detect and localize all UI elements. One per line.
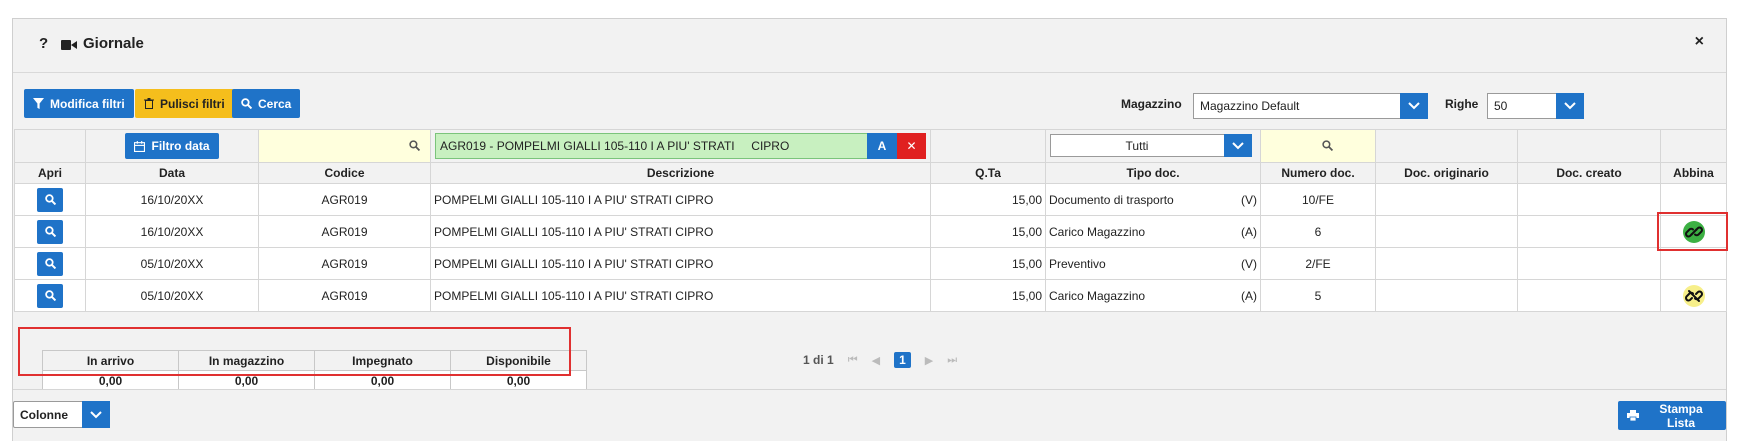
prev-page-icon[interactable]: ◀ — [872, 354, 880, 367]
pagination: 1 di 1 ⏮ ◀ 1 ▶ ⏭ — [803, 352, 957, 368]
last-page-icon[interactable]: ⏭ — [947, 354, 957, 367]
search-icon — [44, 290, 56, 301]
printer-icon — [1627, 410, 1639, 421]
search-icon — [44, 194, 56, 205]
col-open[interactable]: Apri — [14, 162, 86, 184]
search-button[interactable]: Cerca — [232, 89, 301, 118]
first-page-icon[interactable]: ⏮ — [848, 354, 858, 367]
open-record-button[interactable] — [37, 187, 63, 212]
chevron-down-icon[interactable] — [82, 401, 110, 428]
video-camera-icon — [61, 40, 77, 50]
col-date[interactable]: Data — [85, 162, 259, 184]
col-doc-number[interactable]: Numero doc. — [1260, 162, 1376, 184]
doc-type-select[interactable]: Tutti — [1050, 134, 1252, 157]
clear-filter-button[interactable]: ✕ — [897, 133, 926, 159]
window-title: Giornale — [83, 35, 144, 52]
search-icon — [409, 140, 420, 151]
col-original-doc[interactable]: Doc. originario — [1375, 162, 1518, 184]
open-record-button[interactable] — [37, 251, 63, 276]
table-row: 05/10/20XX AGR019 POMPELMI GIALLI 105-11… — [14, 279, 1727, 312]
search-icon — [44, 258, 56, 269]
help-icon[interactable]: ? — [39, 35, 48, 52]
col-quantity[interactable]: Q.Ta — [930, 162, 1046, 184]
code-filter[interactable] — [258, 129, 431, 163]
header-row: Apri Data Codice Descrizione Q.Ta Tipo d… — [14, 162, 1727, 184]
description-filter-input[interactable]: AGR019 - POMPELMI GIALLI 105-110 I A PIU… — [435, 133, 926, 159]
summary-highlight-box — [18, 327, 571, 376]
journal-table: Filtro data AGR019 - POMPELMI GIALLI 105… — [14, 129, 1727, 312]
trash-icon — [144, 98, 154, 109]
open-record-button[interactable] — [37, 219, 63, 244]
col-code[interactable]: Codice — [258, 162, 431, 184]
page-info: 1 di 1 — [803, 353, 834, 367]
journal-window: ? Giornale × Modifica filtri Pulisci fil… — [12, 18, 1727, 441]
chevron-down-icon[interactable] — [1400, 93, 1428, 119]
table-row: 16/10/20XX AGR019 POMPELMI GIALLI 105-11… — [14, 215, 1727, 248]
calendar-icon — [134, 140, 146, 152]
link-highlight-box — [1657, 212, 1728, 251]
columns-select[interactable]: Colonne — [13, 401, 110, 428]
doc-number-filter[interactable] — [1260, 129, 1376, 163]
col-description[interactable]: Descrizione — [430, 162, 931, 184]
warehouse-label: Magazzino — [1121, 97, 1182, 111]
date-filter-button[interactable]: Filtro data — [125, 133, 219, 159]
current-page-button[interactable]: 1 — [894, 352, 911, 368]
chevron-down-icon[interactable] — [1224, 134, 1252, 157]
clear-filters-button[interactable]: Pulisci filtri — [135, 89, 234, 118]
warehouse-select[interactable]: Magazzino Default — [1193, 93, 1428, 119]
table-row: 16/10/20XX AGR019 POMPELMI GIALLI 105-11… — [14, 183, 1727, 216]
unlink-icon[interactable] — [1682, 284, 1706, 308]
close-icon[interactable]: × — [1695, 33, 1704, 51]
chevron-down-icon[interactable] — [1556, 93, 1584, 119]
modify-filters-button[interactable]: Modifica filtri — [24, 89, 134, 118]
search-icon — [44, 226, 56, 237]
open-record-button[interactable] — [37, 283, 63, 308]
next-page-icon[interactable]: ▶ — [925, 354, 933, 367]
window-header: ? Giornale × — [13, 19, 1726, 73]
search-icon — [1322, 140, 1333, 151]
search-icon — [241, 98, 252, 109]
col-doc-type[interactable]: Tipo doc. — [1045, 162, 1261, 184]
window-footer: Colonne Stampa Lista — [13, 389, 1726, 441]
filter-row: Filtro data AGR019 - POMPELMI GIALLI 105… — [14, 129, 1727, 163]
col-created-doc[interactable]: Doc. creato — [1517, 162, 1661, 184]
filter-icon — [33, 98, 44, 109]
apply-filter-button[interactable]: A — [867, 133, 897, 159]
table-row: 05/10/20XX AGR019 POMPELMI GIALLI 105-11… — [14, 247, 1727, 280]
col-link[interactable]: Abbina — [1660, 162, 1727, 184]
rows-select[interactable]: 50 — [1487, 93, 1584, 119]
rows-label: Righe — [1445, 97, 1479, 111]
print-list-button[interactable]: Stampa Lista — [1618, 401, 1726, 430]
